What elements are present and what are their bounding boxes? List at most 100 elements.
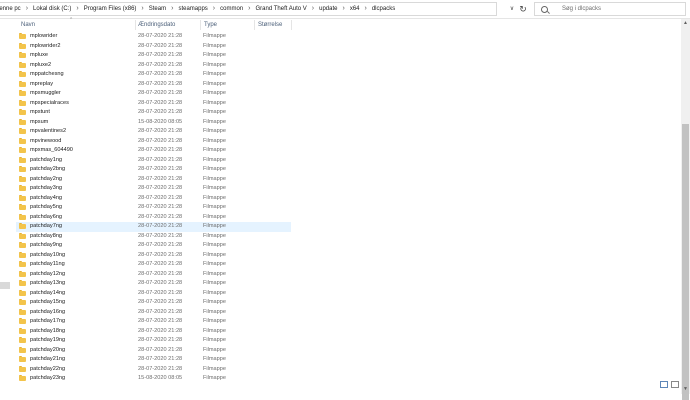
file-date: 28-07-2020 21:28	[138, 346, 183, 353]
file-row[interactable]: patchday9ng 28-07-2020 21:28 Filmappe	[16, 241, 291, 251]
column-divider[interactable]	[135, 20, 136, 30]
large-icons-view-icon[interactable]	[671, 381, 679, 388]
breadcrumb-chevron-icon[interactable]: ›	[167, 3, 177, 15]
folder-icon	[19, 327, 26, 334]
breadcrumb-item[interactable]: steamapps	[177, 3, 208, 15]
file-row[interactable]: patchday19ng 28-07-2020 21:28 Filmappe	[16, 336, 291, 346]
file-row[interactable]: patchday21ng 28-07-2020 21:28 Filmappe	[16, 355, 291, 365]
file-row[interactable]: mpxmas_604490 28-07-2020 21:28 Filmappe	[16, 146, 291, 156]
folder-icon	[19, 337, 26, 343]
folder-icon	[19, 375, 26, 381]
scroll-down-arrow-icon[interactable]: ▼	[681, 385, 690, 394]
file-row[interactable]: patchday14ng 28-07-2020 21:28 Filmappe	[16, 289, 291, 299]
breadcrumb-item[interactable]: Denne pc	[0, 3, 22, 15]
breadcrumb-item[interactable]: common	[219, 3, 244, 15]
column-header-size[interactable]: Størrelse	[258, 19, 282, 31]
file-date: 28-07-2020 21:28	[138, 289, 183, 296]
file-row[interactable]: patchday17ng 28-07-2020 21:28 Filmappe	[16, 317, 291, 327]
file-name: patchday10ng	[30, 251, 66, 258]
folder-icon	[19, 289, 26, 296]
file-row[interactable]: patchday10ng 28-07-2020 21:28 Filmappe	[16, 251, 291, 261]
file-row[interactable]: patchday8ng 28-07-2020 21:28 Filmappe	[16, 232, 291, 242]
refresh-icon[interactable]: ↻	[517, 3, 529, 15]
column-header-type[interactable]: Type	[204, 19, 217, 31]
breadcrumb-item[interactable]: Grand Theft Auto V	[255, 3, 308, 15]
breadcrumb-chevron-icon[interactable]: ›	[209, 3, 219, 15]
breadcrumb-chevron-icon[interactable]: ›	[308, 3, 318, 15]
breadcrumb-item[interactable]: update	[318, 3, 338, 15]
nav-pane-selected-item[interactable]	[0, 282, 10, 289]
file-name: mppatchesng	[30, 71, 64, 77]
file-row[interactable]: patchday22ng 28-07-2020 21:28 Filmappe	[16, 365, 291, 375]
file-row[interactable]: mpstunt 28-07-2020 21:28 Filmappe	[16, 108, 291, 118]
file-name: patchday22ng	[30, 365, 66, 372]
file-name: patchday12ng	[30, 270, 66, 277]
column-header-name[interactable]: Navn	[21, 19, 35, 31]
address-bar[interactable]: Denne pc›Lokal disk (C:)›Program Files (…	[0, 2, 497, 16]
file-row[interactable]: patchday2ng 28-07-2020 21:28 Filmappe	[16, 175, 291, 185]
file-row[interactable]: mplowrider 28-07-2020 21:28 Filmappe	[16, 32, 291, 42]
search-input[interactable]: Søg i dlcpacks	[534, 2, 686, 16]
file-type: Filmappe	[203, 109, 227, 115]
file-row[interactable]: mpspecialraces 28-07-2020 21:28 Filmappe	[16, 99, 291, 109]
file-row[interactable]: mpsum 15-08-2020 08:05 Filmappe	[16, 118, 291, 128]
details-view-icon[interactable]	[660, 381, 668, 388]
file-row[interactable]: patchday15ng 28-07-2020 21:28 Filmappe	[16, 298, 291, 308]
file-name: patchday8ng	[30, 232, 63, 239]
file-row[interactable]: mpvinewood 28-07-2020 21:28 Filmappe	[16, 137, 291, 147]
file-row[interactable]: patchday11ng 28-07-2020 21:28 Filmappe	[16, 260, 291, 270]
file-row[interactable]: patchday3ng 28-07-2020 21:28 Filmappe	[16, 184, 291, 194]
file-row[interactable]: patchday6ng 28-07-2020 21:28 Filmappe	[16, 213, 291, 223]
breadcrumb-item[interactable]: Steam	[148, 3, 167, 15]
file-row[interactable]: patchday13ng 28-07-2020 21:28 Filmappe	[16, 279, 291, 289]
scrollbar-thumb[interactable]	[682, 124, 689, 400]
file-type: Filmappe	[203, 118, 227, 125]
file-row[interactable]: patchday2bng 28-07-2020 21:28 Filmappe	[16, 165, 291, 175]
file-row[interactable]: mpsmuggler 28-07-2020 21:28 Filmappe	[16, 89, 291, 99]
column-header-date[interactable]: Ændringsdato	[138, 19, 175, 31]
breadcrumb-chevron-icon[interactable]: ›	[137, 3, 147, 15]
breadcrumb-item[interactable]: x64	[349, 3, 361, 15]
address-history-chevron-down-icon[interactable]: ∨	[507, 3, 517, 15]
breadcrumb-chevron-icon[interactable]: ›	[244, 3, 254, 15]
file-type: Filmappe	[203, 318, 227, 324]
file-row[interactable]: mpluxe 28-07-2020 21:28 Filmappe	[16, 51, 291, 61]
file-row[interactable]: patchday4ng 28-07-2020 21:28 Filmappe	[16, 194, 291, 204]
column-divider[interactable]	[200, 20, 201, 30]
file-row[interactable]: patchday7ng 28-07-2020 21:28 Filmappe	[16, 222, 291, 232]
file-date: 28-07-2020 21:28	[138, 137, 183, 144]
file-row[interactable]: patchday23ng 15-08-2020 08:05 Filmappe	[16, 374, 291, 384]
breadcrumb-chevron-icon[interactable]: ›	[361, 3, 371, 15]
file-row[interactable]: patchday16ng 28-07-2020 21:28 Filmappe	[16, 308, 291, 318]
breadcrumb-item[interactable]: Program Files (x86)	[83, 3, 138, 15]
column-divider[interactable]	[291, 20, 292, 30]
scroll-up-arrow-icon[interactable]: ▲	[681, 19, 690, 28]
file-name: patchday18ng	[30, 327, 66, 334]
folder-icon	[19, 147, 26, 153]
folder-icon	[19, 318, 26, 324]
column-divider[interactable]	[254, 20, 255, 30]
file-date: 28-07-2020 21:28	[138, 185, 183, 191]
breadcrumb-item[interactable]: Lokal disk (C:)	[32, 3, 72, 15]
breadcrumb-item[interactable]: dlcpacks	[371, 3, 396, 15]
file-row[interactable]: mplowrider2 28-07-2020 21:28 Filmappe	[16, 42, 291, 52]
navigation-pane[interactable]	[0, 19, 11, 394]
breadcrumb-chevron-icon[interactable]: ›	[22, 3, 32, 15]
file-date: 28-07-2020 21:28	[138, 318, 183, 324]
file-row[interactable]: mpvalentines2 28-07-2020 21:28 Filmappe	[16, 127, 291, 137]
file-row[interactable]: patchday12ng 28-07-2020 21:28 Filmappe	[16, 270, 291, 280]
file-type: Filmappe	[203, 337, 227, 343]
file-row[interactable]: patchday5ng 28-07-2020 21:28 Filmappe	[16, 203, 291, 213]
file-row[interactable]: patchday1ng 28-07-2020 21:28 Filmappe	[16, 156, 291, 166]
file-row[interactable]: mpluxe2 28-07-2020 21:28 Filmappe	[16, 61, 291, 71]
vertical-scrollbar[interactable]: ▲ ▼	[681, 19, 690, 400]
file-name: patchday14ng	[30, 289, 66, 296]
file-row[interactable]: patchday20ng 28-07-2020 21:28 Filmappe	[16, 346, 291, 356]
file-row[interactable]: patchday18ng 28-07-2020 21:28 Filmappe	[16, 327, 291, 337]
breadcrumb-chevron-icon[interactable]: ›	[72, 3, 82, 15]
file-name: patchday15ng	[30, 299, 66, 305]
file-row[interactable]: mppatchesng 28-07-2020 21:28 Filmappe	[16, 70, 291, 80]
file-row[interactable]: mpreplay 28-07-2020 21:28 Filmappe	[16, 80, 291, 90]
breadcrumb-chevron-icon[interactable]: ›	[338, 3, 348, 15]
folder-icon	[19, 270, 26, 277]
